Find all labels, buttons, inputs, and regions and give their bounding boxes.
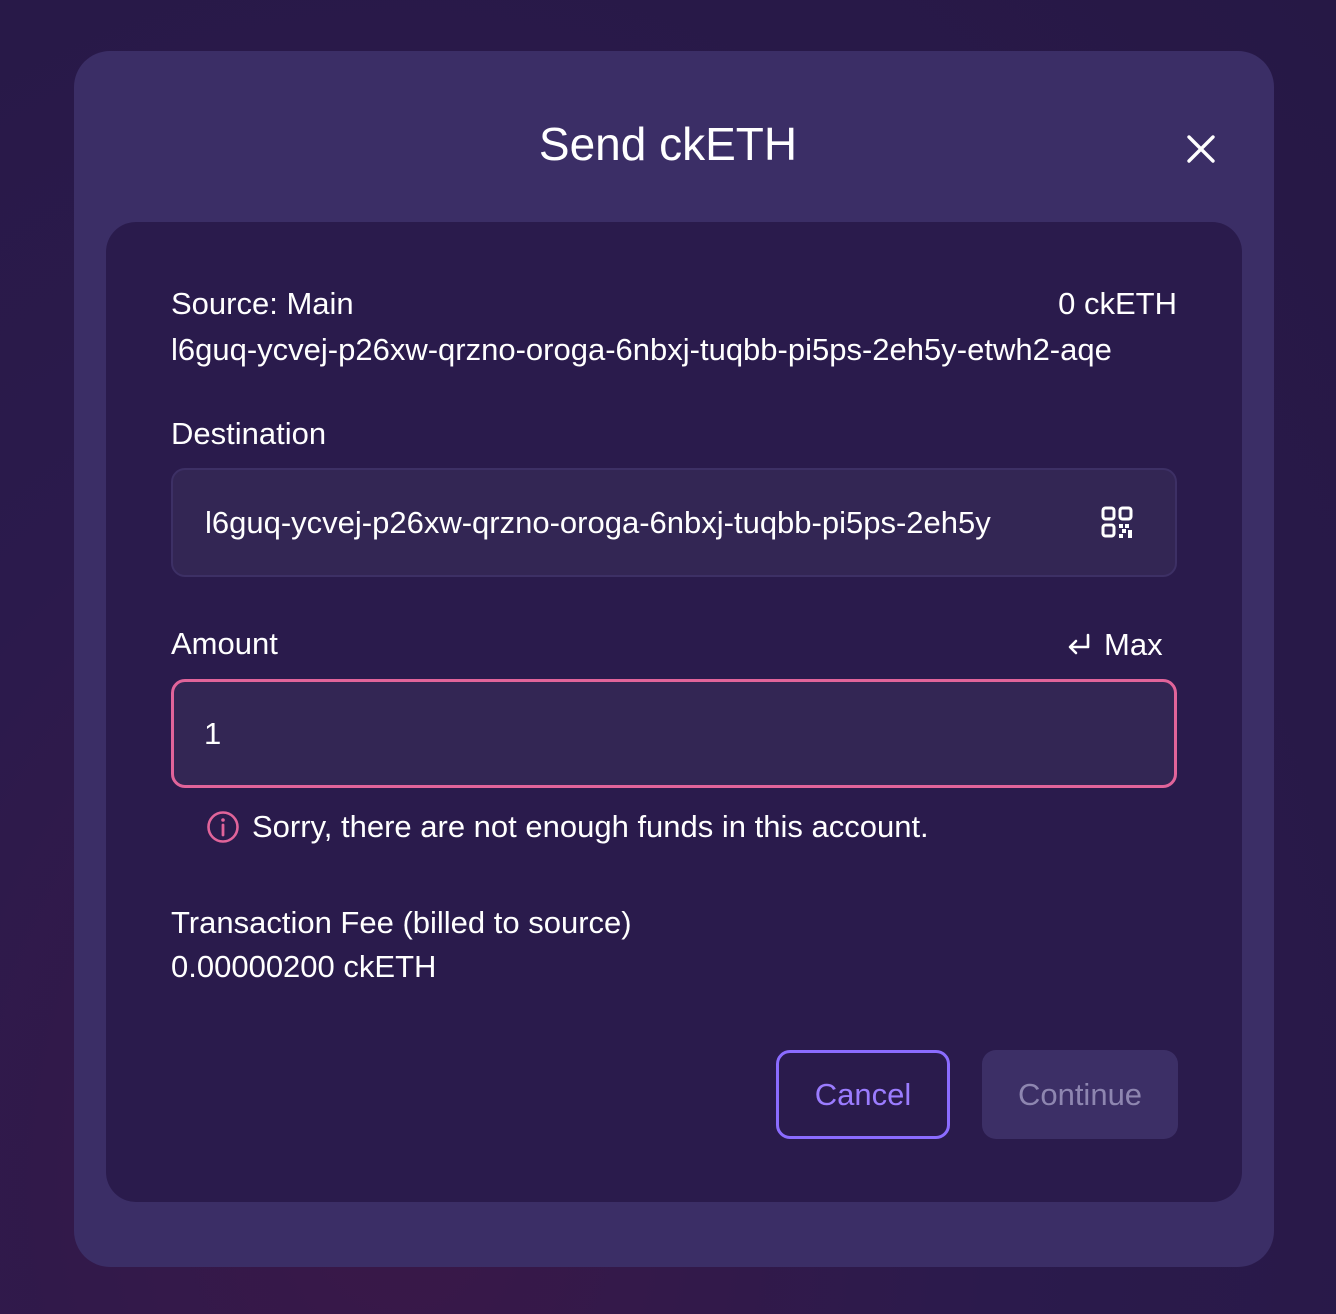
close-icon xyxy=(1187,135,1215,163)
amount-input-value: 1 xyxy=(204,716,222,751)
cancel-button[interactable]: Cancel xyxy=(776,1050,950,1139)
continue-button[interactable]: Continue xyxy=(982,1050,1178,1139)
source-label: Source: Main xyxy=(171,286,354,321)
source-balance: 0 ckETH xyxy=(1058,286,1177,321)
max-label: Max xyxy=(1104,627,1163,662)
fee-value: 0.00000200 ckETH xyxy=(171,949,437,984)
modal-title: Send ckETH xyxy=(538,118,798,170)
qr-code-icon xyxy=(1101,506,1133,538)
destination-label: Destination xyxy=(171,416,327,451)
info-icon xyxy=(207,811,239,843)
return-arrow-icon xyxy=(1068,633,1090,655)
max-button[interactable]: Max xyxy=(1066,624,1163,666)
destination-input-value: l6guq-ycvej-p26xw-qrzno-oroga-6nbxj-tuqb… xyxy=(205,505,991,540)
source-address: l6guq-ycvej-p26xw-qrzno-oroga-6nbxj-tuqb… xyxy=(171,332,1112,367)
amount-label: Amount xyxy=(171,626,278,661)
amount-input[interactable] xyxy=(171,679,1177,788)
qr-scan-button[interactable] xyxy=(1100,505,1136,541)
amount-error: Sorry, there are not enough funds in thi… xyxy=(206,806,929,848)
amount-error-text: Sorry, there are not enough funds in thi… xyxy=(252,809,929,844)
fee-label: Transaction Fee (billed to source) xyxy=(171,905,632,940)
close-button[interactable] xyxy=(1176,124,1226,174)
